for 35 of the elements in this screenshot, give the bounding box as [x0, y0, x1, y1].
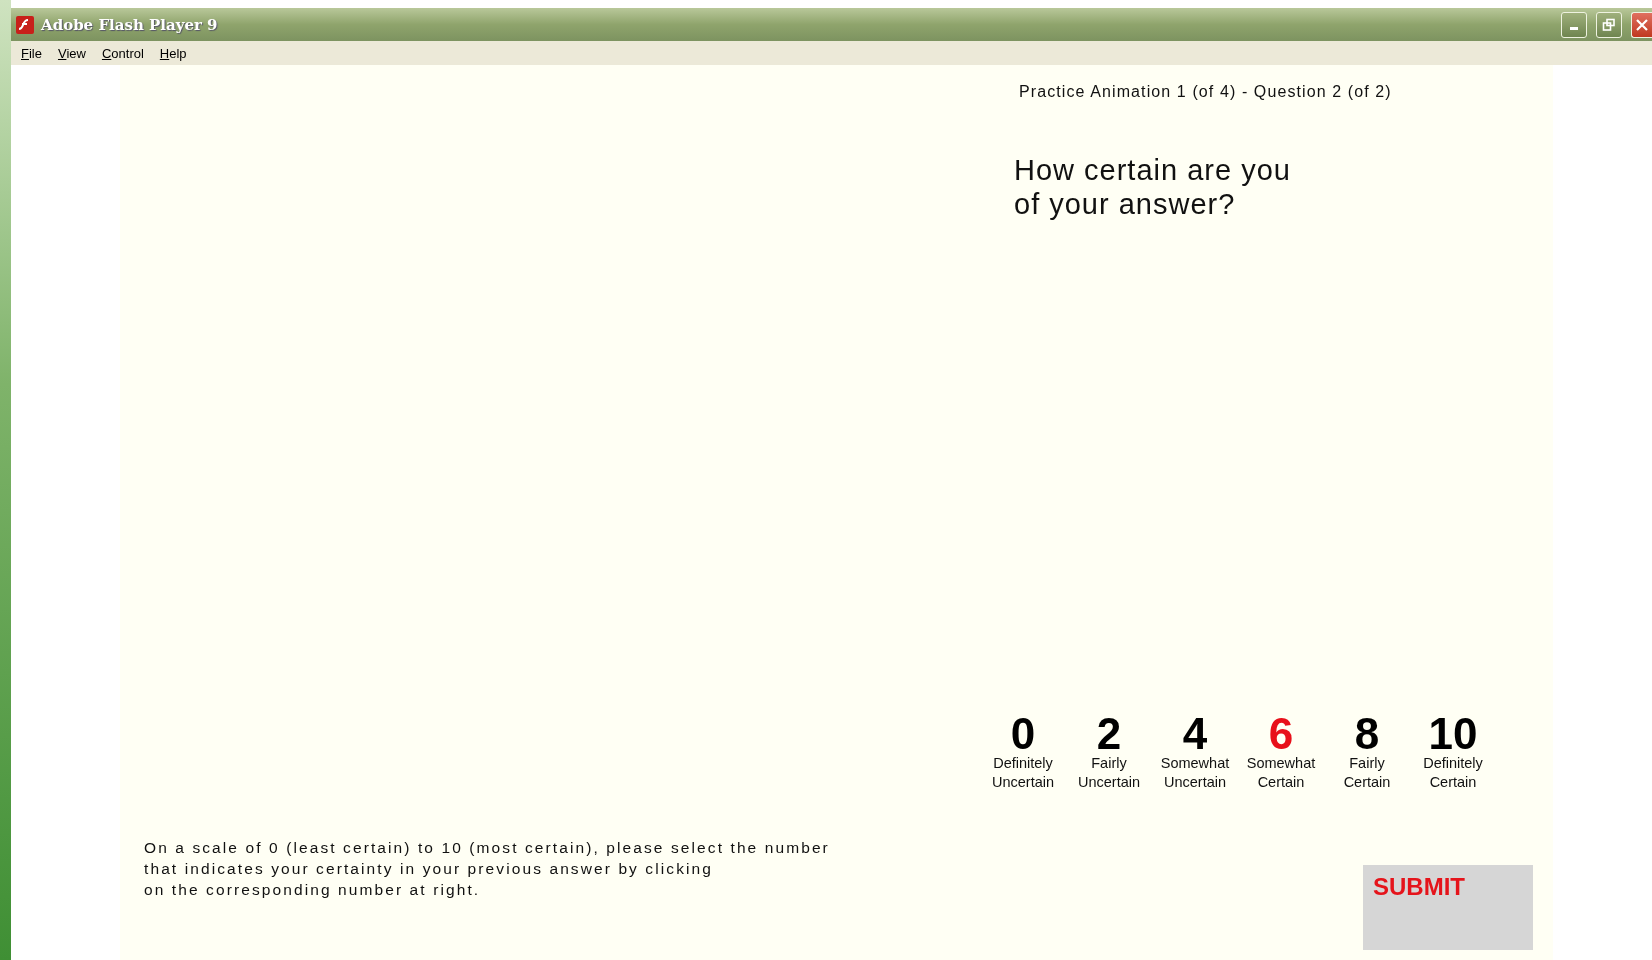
scale-number[interactable]: 0: [1010, 714, 1036, 754]
close-icon: [1635, 17, 1649, 32]
progress-header: Practice Animation 1 (of 4) - Question 2 (of 2): [1019, 83, 1393, 101]
scale-label: Uncertain: [1077, 773, 1141, 792]
scale-label: Fairly: [1349, 754, 1385, 773]
instruction-text: on the corresponding number at right.: [144, 880, 482, 900]
menu-item[interactable]: File: [15, 43, 48, 63]
scale-number[interactable]: 4: [1182, 714, 1208, 754]
scale-label: Certain: [1429, 773, 1477, 792]
scale-label: Definitely: [1423, 754, 1483, 773]
scale-label: Uncertain: [991, 773, 1055, 792]
scale-number[interactable]: 6: [1268, 714, 1294, 754]
restore-button[interactable]: [1596, 11, 1622, 38]
window-title: Adobe Flash Player 9: [41, 15, 219, 34]
close-button[interactable]: [1631, 11, 1652, 38]
scale-label: Certain: [1257, 773, 1305, 792]
minimize-button[interactable]: [1561, 11, 1587, 38]
menu-item[interactable]: Control: [95, 43, 150, 63]
menu-item[interactable]: View: [51, 43, 92, 63]
scale-label: Somewhat: [1160, 754, 1230, 773]
minimize-icon: [1570, 27, 1578, 30]
question-text: How certain are you of your answer?: [1014, 153, 1292, 221]
scale-label: Fairly: [1091, 754, 1127, 773]
instruction-text: that indicates your certainty in your previous answer by clicking: [144, 859, 714, 879]
scale-label: Uncertain: [1163, 773, 1227, 792]
instruction-text: On a scale of 0 (least certain) to 10 (most certain), please select the number: [144, 838, 831, 858]
menu-item[interactable]: Help: [153, 43, 193, 63]
scale-number[interactable]: 10: [1428, 714, 1478, 754]
flash-icon: [15, 14, 35, 35]
scale-label: Certain: [1343, 773, 1391, 792]
scale-number[interactable]: 8: [1354, 714, 1380, 754]
scale-number[interactable]: 2: [1096, 714, 1122, 754]
scale-label: Somewhat: [1246, 754, 1316, 773]
scale-label: Definitely: [993, 754, 1053, 773]
restore-icon: [1602, 17, 1616, 32]
